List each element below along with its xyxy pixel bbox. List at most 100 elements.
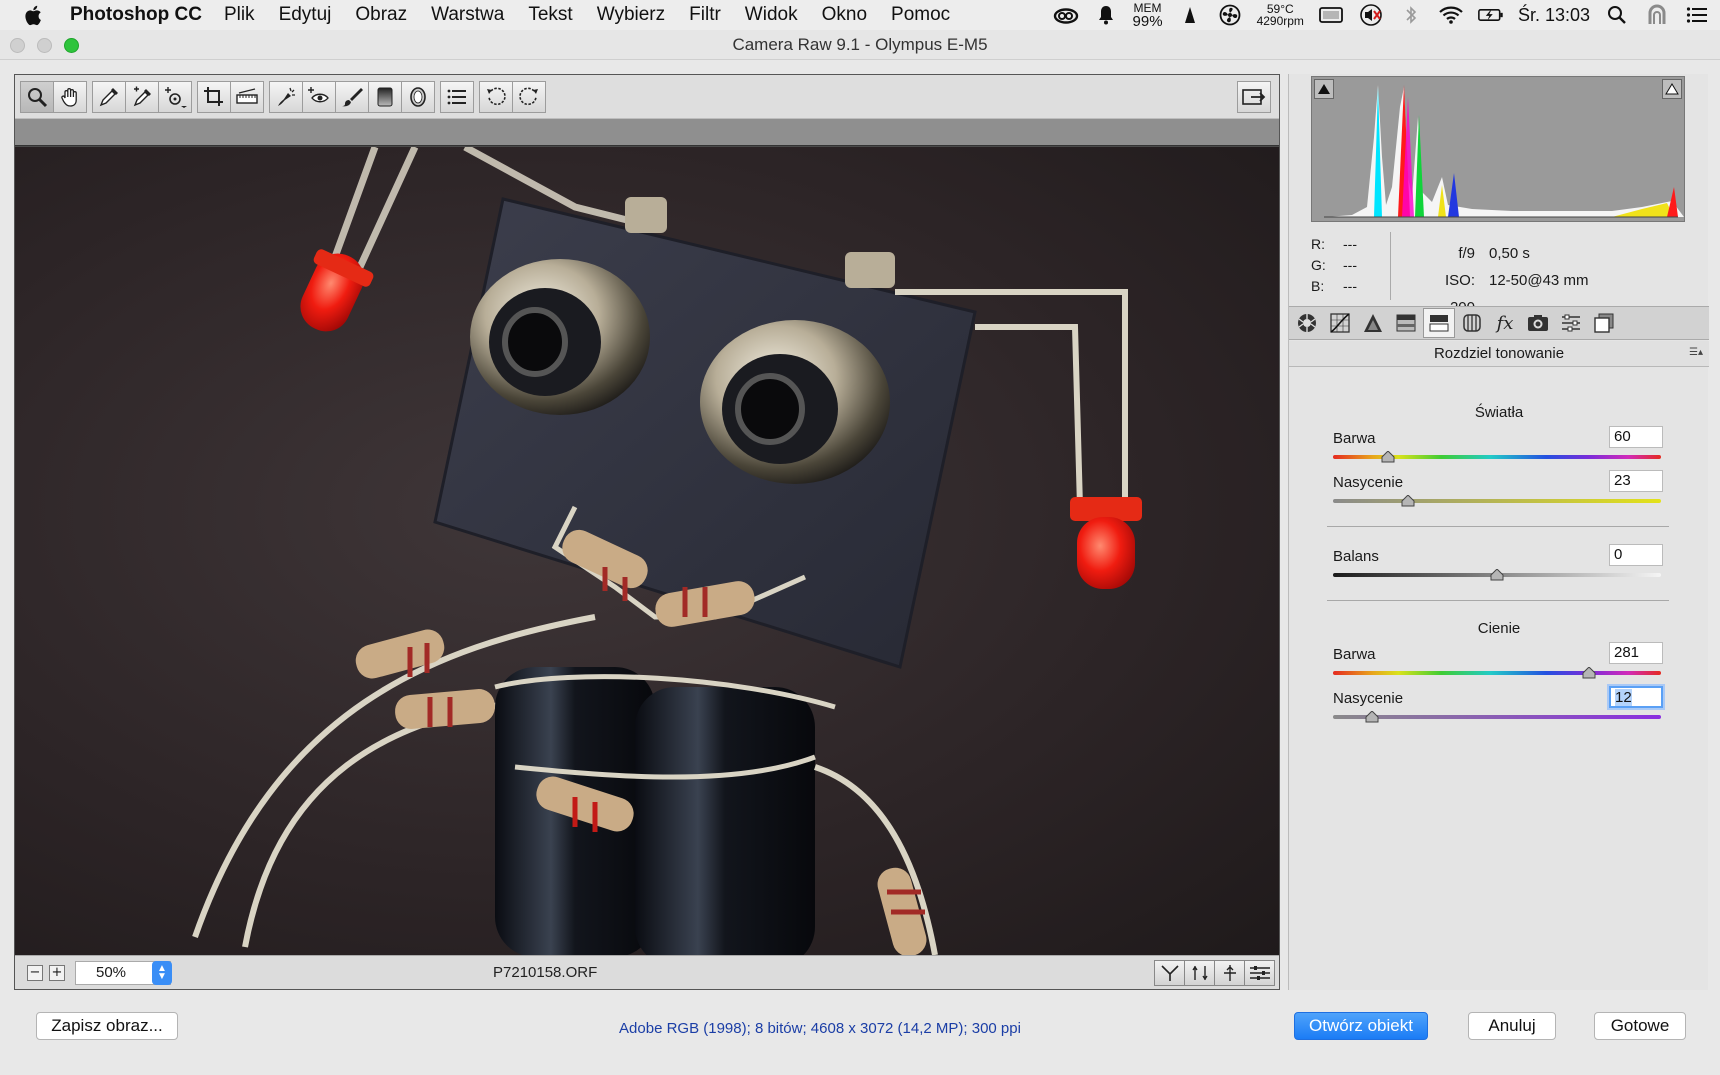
spot-removal-tool-button[interactable]	[269, 80, 303, 113]
highlights-saturation-thumb[interactable]	[1401, 495, 1415, 507]
highlights-saturation-track[interactable]	[1333, 499, 1661, 503]
rgb-readout: R: --- G: --- B: ---	[1311, 234, 1357, 297]
straighten-tool-button[interactable]	[230, 80, 264, 113]
highlights-hue-label: Barwa	[1333, 430, 1376, 447]
shadows-saturation-input[interactable]: 12	[1609, 686, 1663, 708]
shadows-hue-track[interactable]	[1333, 671, 1661, 675]
memory-monitor[interactable]: MEM 99%	[1133, 2, 1163, 29]
copy-settings-button[interactable]	[1214, 960, 1245, 986]
battery-icon[interactable]	[1478, 3, 1504, 27]
swap-settings-button[interactable]	[1184, 960, 1215, 986]
before-after-icon	[1160, 965, 1179, 981]
tab-snapshots[interactable]	[1588, 308, 1620, 338]
tab-camera-calibration[interactable]	[1522, 308, 1554, 338]
tab-presets[interactable]	[1555, 308, 1587, 338]
balance-thumb[interactable]	[1490, 569, 1504, 581]
rotate-ccw-icon	[487, 87, 506, 105]
radial-filter-tool-button[interactable]	[401, 80, 435, 113]
zoom-in-button[interactable]: +	[49, 964, 65, 981]
red-eye-tool-button[interactable]	[302, 80, 336, 113]
menu-warstwa[interactable]: Warstwa	[431, 4, 504, 26]
fan-rpm-value: 4290rpm	[1256, 14, 1304, 28]
wifi-icon[interactable]	[1438, 3, 1464, 27]
done-button[interactable]: Gotowe	[1594, 1012, 1686, 1040]
window-close-button[interactable]	[10, 38, 25, 53]
menu-obraz[interactable]: Obraz	[355, 4, 407, 26]
menu-wybierz[interactable]: Wybierz	[597, 4, 665, 26]
menu-filtr[interactable]: Filtr	[689, 4, 721, 26]
view-settings-button[interactable]	[1244, 960, 1275, 986]
hand-tool-button[interactable]	[53, 80, 87, 113]
menu-edytuj[interactable]: Edytuj	[279, 4, 332, 26]
notification-bell-icon[interactable]	[1093, 3, 1119, 27]
preferences-button[interactable]	[440, 80, 474, 113]
spotlight-search-icon[interactable]	[1604, 3, 1630, 27]
color-sampler-icon	[133, 86, 151, 106]
targeted-adjustment-tool-button[interactable]	[158, 80, 192, 113]
app-name-menu[interactable]: Photoshop CC	[70, 4, 202, 26]
shadows-saturation-thumb[interactable]	[1365, 711, 1379, 723]
balance-value: 0	[1614, 546, 1623, 563]
highlights-saturation-input[interactable]: 23	[1609, 470, 1663, 492]
apple-menu-icon[interactable]	[24, 5, 60, 26]
window-minimize-button[interactable]	[37, 38, 52, 53]
open-object-button[interactable]: Otwórz obiekt	[1294, 1012, 1428, 1040]
rotate-ccw-button[interactable]	[479, 80, 513, 113]
highlights-saturation-value: 23	[1614, 472, 1631, 489]
shadows-saturation-track[interactable]	[1333, 715, 1661, 719]
color-sampler-tool-button[interactable]	[125, 80, 159, 113]
zoom-level-select[interactable]: 50% ▲ ▼	[75, 960, 172, 985]
white-balance-tool-button[interactable]	[92, 80, 126, 113]
mute-speaker-icon[interactable]	[1358, 3, 1384, 27]
cancel-button[interactable]: Anuluj	[1468, 1012, 1556, 1040]
before-after-view-button[interactable]	[1154, 960, 1185, 986]
zoom-stepper-icon[interactable]: ▲ ▼	[152, 960, 172, 985]
tone-curve-icon	[1330, 313, 1350, 333]
menu-tekst[interactable]: Tekst	[528, 4, 572, 26]
highlights-hue-input[interactable]: 60	[1609, 426, 1663, 448]
notification-center-icon[interactable]	[1684, 3, 1710, 27]
workflow-options-text[interactable]: Adobe RGB (1998); 8 bitów; 4608 x 3072 (…	[619, 1020, 1021, 1037]
panel-menu-icon[interactable]: ☰▴	[1689, 347, 1703, 359]
balance-input[interactable]: 0	[1609, 544, 1663, 566]
menu-pomoc[interactable]: Pomoc	[891, 4, 950, 26]
shadows-hue-thumb[interactable]	[1582, 667, 1596, 679]
tab-detail[interactable]	[1357, 308, 1389, 338]
menu-widok[interactable]: Widok	[745, 4, 798, 26]
menubar-clock[interactable]: Śr. 13:03	[1518, 5, 1590, 26]
section-title: Rozdziel tonowanie	[1433, 345, 1565, 362]
snapshots-icon	[1594, 313, 1614, 333]
highlights-hue-thumb[interactable]	[1381, 451, 1395, 463]
raw-image-preview[interactable]	[15, 147, 1279, 955]
temperature-readout[interactable]: 59°C 4290rpm	[1257, 3, 1304, 27]
zoom-out-button[interactable]: −	[27, 964, 43, 981]
crop-tool-button[interactable]	[197, 80, 231, 113]
creative-cloud-icon[interactable]	[1053, 3, 1079, 27]
fullscreen-icon	[1242, 89, 1266, 105]
shadows-hue-input[interactable]: 281	[1609, 642, 1663, 664]
graduated-filter-tool-button[interactable]	[368, 80, 402, 113]
shadow-clipping-toggle[interactable]	[1314, 79, 1334, 99]
menu-okno[interactable]: Okno	[822, 4, 867, 26]
display-icon[interactable]	[1318, 3, 1344, 27]
tab-lens-corrections[interactable]	[1456, 308, 1488, 338]
tab-tone-curve[interactable]	[1324, 308, 1356, 338]
rotate-cw-button[interactable]	[512, 80, 546, 113]
fullscreen-toggle-button[interactable]	[1237, 81, 1271, 113]
divider-highlights	[1327, 526, 1669, 527]
tab-hsl[interactable]	[1390, 308, 1422, 338]
tab-split-toning[interactable]	[1423, 308, 1455, 338]
bluetooth-icon[interactable]	[1398, 3, 1424, 27]
spot-removal-icon	[278, 87, 295, 106]
zoom-tool-button[interactable]	[20, 80, 54, 113]
fan-icon[interactable]	[1217, 3, 1243, 27]
cpu-icon[interactable]	[1177, 3, 1203, 27]
memory-label: MEM	[1133, 0, 1162, 15]
tab-basic[interactable]	[1291, 308, 1323, 338]
highlight-clipping-toggle[interactable]	[1662, 79, 1682, 99]
tab-effects[interactable]: fx	[1489, 308, 1521, 338]
adjustment-brush-tool-button[interactable]	[335, 80, 369, 113]
window-zoom-button[interactable]	[64, 38, 79, 53]
menu-plik[interactable]: Plik	[224, 4, 255, 26]
user-account-icon[interactable]	[1644, 3, 1670, 27]
